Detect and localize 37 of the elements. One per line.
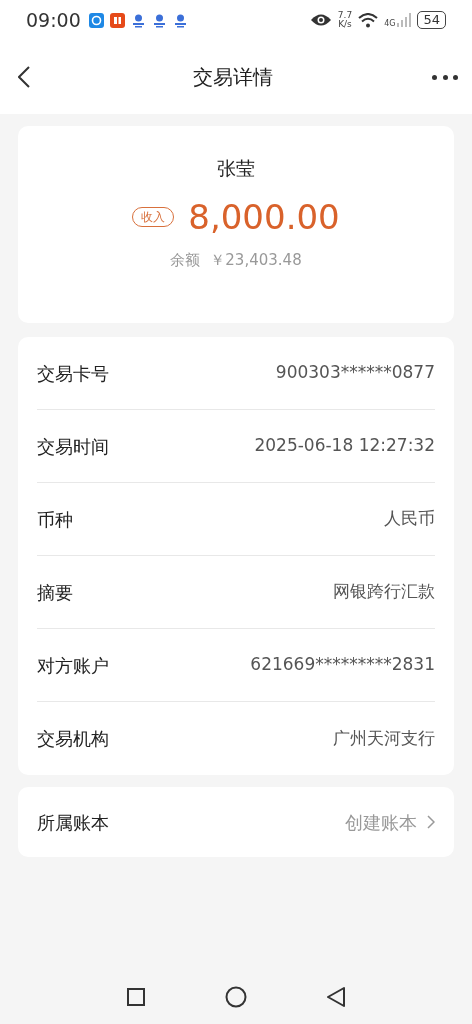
detail-value: 网银跨行汇款: [333, 580, 435, 604]
app-icon: [151, 12, 167, 28]
signal-icon: [397, 13, 412, 27]
app-icon: [130, 12, 146, 28]
detail-label: 摘要: [37, 580, 73, 605]
app-icon: [172, 12, 188, 28]
speed-value: 7.7: [337, 11, 353, 20]
status-time: 09:00: [26, 7, 81, 33]
detail-label: 币种: [37, 507, 73, 532]
back-icon[interactable]: [327, 987, 345, 1007]
ledger-label: 所属账本: [37, 810, 109, 835]
detail-label: 交易时间: [37, 434, 109, 459]
detail-value: 人民币: [384, 507, 435, 531]
recents-icon[interactable]: [127, 988, 145, 1006]
chevron-right-icon: [427, 815, 435, 829]
battery-indicator: 54: [417, 11, 446, 29]
balance-label: 余额: [170, 249, 201, 271]
network-label: 4G: [384, 18, 396, 30]
ledger-row[interactable]: 所属账本 创建账本: [18, 787, 454, 857]
detail-value: 2025-06-18 12:27:32: [254, 434, 435, 458]
detail-value: 621669*********2831: [250, 653, 435, 677]
balance-value: ￥23,403.48: [210, 249, 302, 271]
wifi-icon: [358, 12, 379, 28]
payer-name: 张莹: [217, 156, 255, 181]
detail-label: 交易卡号: [37, 361, 109, 386]
home-icon[interactable]: [225, 986, 247, 1008]
ledger-value: 创建账本: [345, 810, 417, 835]
detail-value: 广州天河支行: [333, 726, 435, 750]
detail-label: 对方账户: [37, 653, 109, 678]
transaction-amount: 8,000.00: [188, 196, 340, 237]
app-icon: [88, 12, 104, 28]
app-icon: [109, 12, 125, 28]
detail-value: 900303******0877: [275, 361, 435, 385]
eye-icon: [309, 13, 332, 27]
speed-unit: K/s: [338, 20, 352, 29]
detail-label: 交易机构: [37, 727, 109, 751]
page-title: 交易详情: [193, 64, 273, 91]
